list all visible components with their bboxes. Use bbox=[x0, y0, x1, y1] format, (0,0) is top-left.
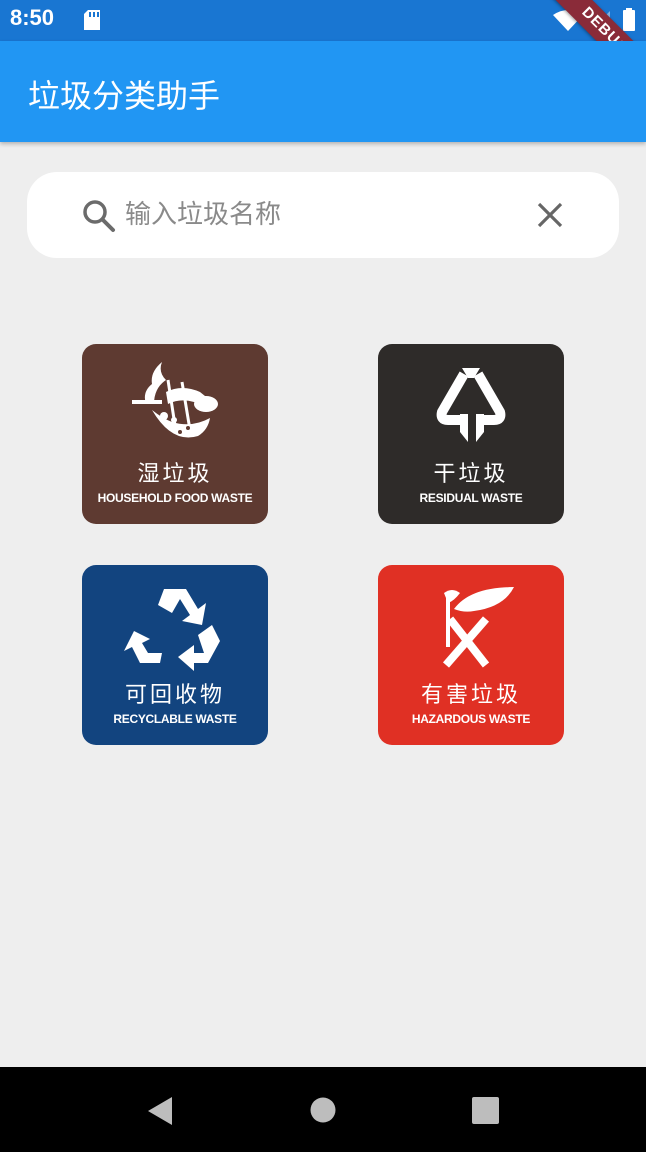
search-icon[interactable] bbox=[81, 198, 117, 238]
category-tile-hazardous[interactable]: 有害垃圾 HAZARDOUS WASTE bbox=[378, 565, 564, 745]
app-bar: 垃圾分类助手 bbox=[0, 41, 646, 142]
residual-triangle-icon bbox=[436, 368, 506, 442]
fish-bone-icon bbox=[132, 362, 218, 438]
category-tile-residual-waste[interactable]: 干垃圾 RESIDUAL WASTE bbox=[378, 344, 564, 524]
category-name-en: RESIDUAL WASTE bbox=[419, 491, 523, 505]
back-icon[interactable] bbox=[146, 1096, 174, 1130]
category-name-en: HAZARDOUS WASTE bbox=[411, 712, 531, 726]
category-tile-recyclable[interactable]: 可回收物 RECYCLABLE WASTE bbox=[82, 565, 268, 745]
category-tile-food-waste[interactable]: 湿垃圾 HOUSEHOLD FOOD WASTE bbox=[82, 344, 268, 524]
category-name-cn: 湿垃圾 bbox=[137, 462, 213, 487]
recycle-icon bbox=[124, 589, 220, 671]
category-name-cn: 干垃圾 bbox=[433, 462, 509, 487]
navigation-bar bbox=[0, 1067, 646, 1152]
status-bar: 8:50 DEBUG bbox=[0, 0, 646, 94]
search-input[interactable] bbox=[125, 193, 515, 237]
status-time: 8:50 bbox=[10, 5, 55, 30]
recents-icon[interactable] bbox=[472, 1097, 499, 1128]
close-icon[interactable] bbox=[535, 200, 565, 234]
hazardous-icon bbox=[442, 587, 514, 668]
category-name-en: RECYCLABLE WASTE bbox=[113, 712, 237, 726]
category-name-cn: 有害垃圾 bbox=[420, 683, 521, 708]
app-title: 垃圾分类助手 bbox=[28, 77, 221, 115]
category-name-cn: 可回收物 bbox=[124, 683, 225, 708]
sd-card-icon bbox=[82, 9, 102, 35]
search-bar[interactable] bbox=[27, 172, 619, 258]
home-icon[interactable] bbox=[310, 1097, 336, 1127]
category-name-en: HOUSEHOLD FOOD WASTE bbox=[97, 491, 253, 505]
